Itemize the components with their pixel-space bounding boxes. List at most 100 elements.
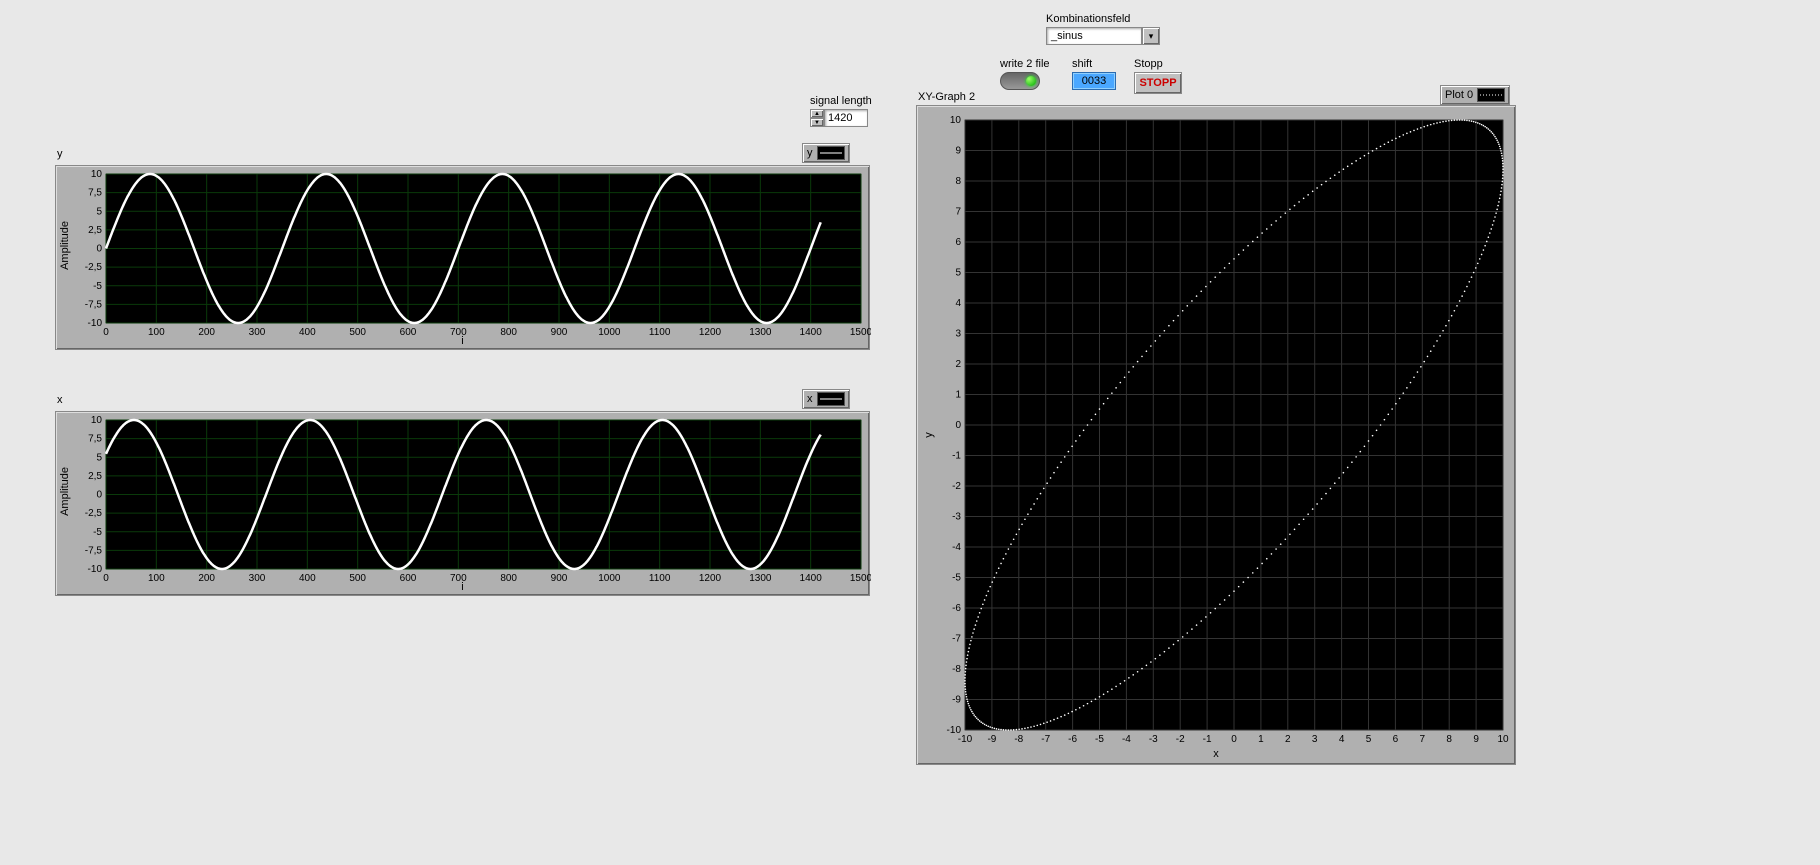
svg-text:9: 9: [1473, 734, 1479, 745]
svg-text:-4: -4: [952, 542, 961, 553]
chart-y-plot: 0100200300400500600700800900100011001200…: [56, 166, 871, 351]
svg-text:9: 9: [955, 146, 961, 157]
svg-text:-7: -7: [1041, 734, 1050, 745]
chart-y-legend-swatch: [817, 146, 845, 160]
svg-text:5: 5: [1366, 734, 1372, 745]
svg-text:-9: -9: [987, 734, 996, 745]
svg-text:300: 300: [249, 327, 266, 338]
svg-text:1200: 1200: [699, 573, 722, 584]
chart-y-legend[interactable]: y: [802, 143, 850, 163]
svg-text:-3: -3: [1149, 734, 1158, 745]
chart-xy-legend[interactable]: Plot 0: [1440, 85, 1510, 105]
svg-text:0: 0: [103, 327, 109, 338]
chart-x-legend-swatch: [817, 392, 845, 406]
combo-value: _sinus: [1051, 30, 1083, 42]
svg-text:1400: 1400: [800, 573, 823, 584]
combo-dropdown-button[interactable]: ▾: [1142, 27, 1160, 45]
svg-text:-5: -5: [1095, 734, 1104, 745]
svg-text:-5: -5: [93, 527, 102, 538]
svg-text:1500: 1500: [850, 327, 871, 338]
svg-text:200: 200: [198, 573, 215, 584]
svg-text:7,5: 7,5: [88, 434, 102, 445]
stop-button[interactable]: STOPP: [1134, 72, 1182, 94]
chart-x-legend[interactable]: x: [802, 389, 850, 409]
svg-text:-10: -10: [88, 318, 103, 329]
svg-text:2: 2: [955, 359, 961, 370]
chart-x-legend-text: x: [807, 393, 813, 405]
svg-text:6: 6: [955, 237, 961, 248]
signal-length-input[interactable]: [824, 109, 868, 127]
svg-text:0: 0: [1231, 734, 1237, 745]
svg-text:1500: 1500: [850, 573, 871, 584]
chart-xy-ylabel: y: [923, 432, 935, 438]
svg-text:5: 5: [955, 268, 961, 279]
chart-xy-legend-swatch: [1477, 88, 1505, 102]
svg-text:1: 1: [1258, 734, 1264, 745]
signal-length-label: signal length: [810, 95, 872, 107]
svg-text:1: 1: [955, 390, 961, 401]
svg-text:900: 900: [551, 573, 568, 584]
svg-text:-5: -5: [93, 281, 102, 292]
write2file-switch[interactable]: [1000, 72, 1040, 90]
svg-text:3: 3: [1312, 734, 1318, 745]
svg-text:100: 100: [148, 327, 165, 338]
stop-button-text: STOPP: [1139, 77, 1176, 89]
svg-text:1300: 1300: [749, 573, 772, 584]
svg-text:100: 100: [148, 573, 165, 584]
svg-text:-10: -10: [947, 725, 962, 736]
svg-text:-2: -2: [952, 481, 961, 492]
shift-field[interactable]: 0033: [1072, 72, 1116, 90]
svg-text:1100: 1100: [649, 327, 671, 338]
chart-x-panel: Amplitude 010020030040050060070080090010…: [55, 411, 870, 596]
svg-text:3: 3: [955, 329, 961, 340]
svg-text:800: 800: [500, 327, 517, 338]
svg-text:400: 400: [299, 573, 316, 584]
chart-x-xlabel: i: [461, 581, 463, 593]
svg-text:-7,5: -7,5: [85, 545, 103, 556]
svg-text:-2,5: -2,5: [85, 508, 103, 519]
svg-text:5: 5: [96, 452, 102, 463]
svg-text:800: 800: [500, 573, 517, 584]
spinner-up-icon[interactable]: ▲: [810, 109, 824, 118]
svg-text:2,5: 2,5: [88, 225, 102, 236]
svg-text:-10: -10: [88, 564, 103, 575]
svg-text:600: 600: [400, 327, 417, 338]
svg-text:0: 0: [103, 573, 109, 584]
chart-y-legend-text: y: [807, 147, 813, 159]
svg-text:1200: 1200: [699, 327, 722, 338]
chart-x-title: x: [57, 394, 63, 406]
chart-xy-plot: -10-9-8-7-6-5-4-3-2-1012345678910-10-9-8…: [917, 106, 1517, 766]
svg-text:-4: -4: [1122, 734, 1131, 745]
svg-text:10: 10: [91, 169, 103, 180]
svg-text:8: 8: [955, 176, 961, 187]
svg-text:-9: -9: [952, 695, 961, 706]
combo-field[interactable]: _sinus: [1046, 27, 1142, 45]
chart-y-ylabel: Amplitude: [59, 221, 71, 270]
svg-text:-6: -6: [1068, 734, 1077, 745]
svg-text:0: 0: [955, 420, 961, 431]
svg-text:1400: 1400: [800, 327, 823, 338]
svg-text:2,5: 2,5: [88, 471, 102, 482]
chart-x-ylabel: Amplitude: [59, 467, 71, 516]
spinner-down-icon[interactable]: ▼: [810, 118, 824, 127]
svg-text:1300: 1300: [749, 327, 772, 338]
shift-value: 0033: [1082, 75, 1106, 87]
svg-text:1100: 1100: [649, 573, 671, 584]
svg-text:500: 500: [349, 327, 366, 338]
combo-label: Kombinationsfeld: [1046, 13, 1160, 25]
svg-text:-5: -5: [952, 573, 961, 584]
chart-y-title: y: [57, 148, 63, 160]
write2file-label: write 2 file: [1000, 58, 1050, 70]
chart-xy-title: XY-Graph 2: [918, 91, 975, 103]
svg-text:10: 10: [91, 415, 103, 426]
svg-text:-7,5: -7,5: [85, 299, 103, 310]
svg-text:7: 7: [955, 207, 961, 218]
svg-text:-6: -6: [952, 603, 961, 614]
svg-text:-8: -8: [952, 664, 961, 675]
shift-label: shift: [1072, 58, 1116, 70]
svg-text:-1: -1: [952, 451, 961, 462]
svg-text:5: 5: [96, 206, 102, 217]
signal-length-spinner[interactable]: ▲ ▼: [810, 109, 824, 127]
svg-text:1000: 1000: [598, 573, 621, 584]
svg-text:-2: -2: [1176, 734, 1185, 745]
